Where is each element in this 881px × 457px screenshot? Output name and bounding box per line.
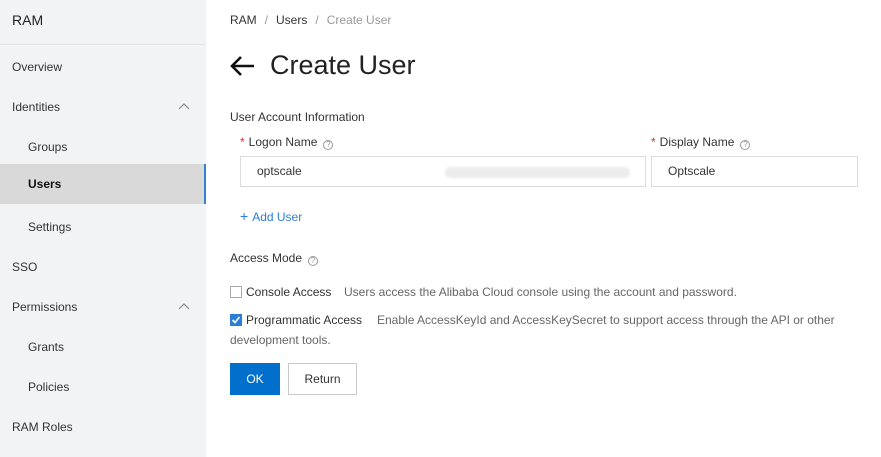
- help-icon[interactable]: ?: [740, 140, 751, 150]
- breadcrumb-separator: /: [264, 13, 269, 27]
- sidebar-item-label: SSO: [12, 260, 38, 274]
- plus-icon: +: [240, 208, 249, 224]
- sidebar-item-users[interactable]: Users: [0, 164, 206, 204]
- sidebar-divider: [0, 44, 206, 45]
- programmatic-access-description-cont: development tools.: [230, 333, 331, 347]
- programmatic-access-description: Enable AccessKeyId and AccessKeySecret t…: [377, 313, 835, 327]
- sidebar-item-label: Identities: [12, 100, 61, 114]
- console-access-checkbox[interactable]: [230, 286, 242, 298]
- sidebar-item-identities[interactable]: Identities: [0, 87, 206, 127]
- help-icon[interactable]: ?: [308, 256, 319, 266]
- section-label: User Account Information: [230, 110, 365, 124]
- display-name-input[interactable]: Optscale: [651, 156, 858, 187]
- required-mark: *: [651, 135, 656, 149]
- access-mode-label: Access Mode?: [230, 251, 319, 266]
- logon-name-label: * Logon Name?: [240, 135, 334, 150]
- sidebar-item-groups[interactable]: Groups: [0, 127, 206, 167]
- breadcrumb: RAM / Users / Create User: [230, 13, 391, 27]
- ok-button[interactable]: OK: [230, 363, 280, 395]
- breadcrumb-current: Create User: [326, 13, 392, 27]
- breadcrumb-users[interactable]: Users: [276, 13, 307, 27]
- console-access-label[interactable]: Console Access: [246, 285, 331, 299]
- redacted-domain-suffix: [445, 167, 630, 178]
- programmatic-access-label[interactable]: Programmatic Access: [246, 313, 362, 327]
- sidebar-item-overview[interactable]: Overview: [0, 47, 206, 87]
- sidebar-item-sso[interactable]: SSO: [0, 247, 206, 287]
- back-arrow-icon[interactable]: [229, 52, 257, 80]
- access-mode-label-text: Access Mode: [230, 251, 303, 265]
- logon-name-label-text: Logon Name: [248, 135, 318, 149]
- sidebar-item-permissions[interactable]: Permissions: [0, 287, 206, 327]
- sidebar-item-ram-roles[interactable]: RAM Roles: [0, 407, 206, 447]
- add-user-button[interactable]: + Add User: [240, 208, 302, 224]
- display-name-label: * Display Name?: [651, 135, 751, 150]
- return-button[interactable]: Return: [288, 363, 357, 395]
- sidebar-item-policies[interactable]: Policies: [0, 367, 206, 407]
- sidebar-title: RAM: [12, 12, 44, 28]
- sidebar-item-label: Grants: [28, 340, 65, 354]
- chevron-up-icon[interactable]: [178, 301, 190, 313]
- sidebar-item-label: Users: [28, 177, 62, 191]
- sidebar-item-label: Permissions: [12, 300, 78, 314]
- checkmark-icon: [231, 316, 241, 324]
- required-mark: *: [240, 135, 245, 149]
- breadcrumb-separator: /: [315, 13, 319, 27]
- programmatic-access-checkbox[interactable]: [230, 314, 242, 326]
- sidebar-item-label: Groups: [28, 140, 68, 154]
- sidebar-item-label: Overview: [12, 60, 63, 74]
- sidebar-item-settings[interactable]: Settings: [0, 207, 206, 247]
- page-title: Create User: [270, 50, 416, 80]
- help-icon[interactable]: ?: [323, 140, 334, 150]
- chevron-up-icon[interactable]: [178, 101, 190, 113]
- sidebar-item-label: RAM Roles: [12, 420, 73, 434]
- app-root: RAM Overview Identities Groups Users Set…: [0, 0, 881, 457]
- sidebar-item-grants[interactable]: Grants: [0, 327, 206, 367]
- sidebar-item-label: Settings: [28, 220, 72, 234]
- sidebar-item-label: Policies: [28, 380, 70, 394]
- sidebar: RAM Overview Identities Groups Users Set…: [0, 0, 206, 457]
- display-name-label-text: Display Name: [659, 135, 735, 149]
- add-user-label: Add User: [252, 210, 303, 224]
- breadcrumb-ram[interactable]: RAM: [230, 13, 257, 27]
- console-access-description: Users access the Alibaba Cloud console u…: [344, 285, 737, 299]
